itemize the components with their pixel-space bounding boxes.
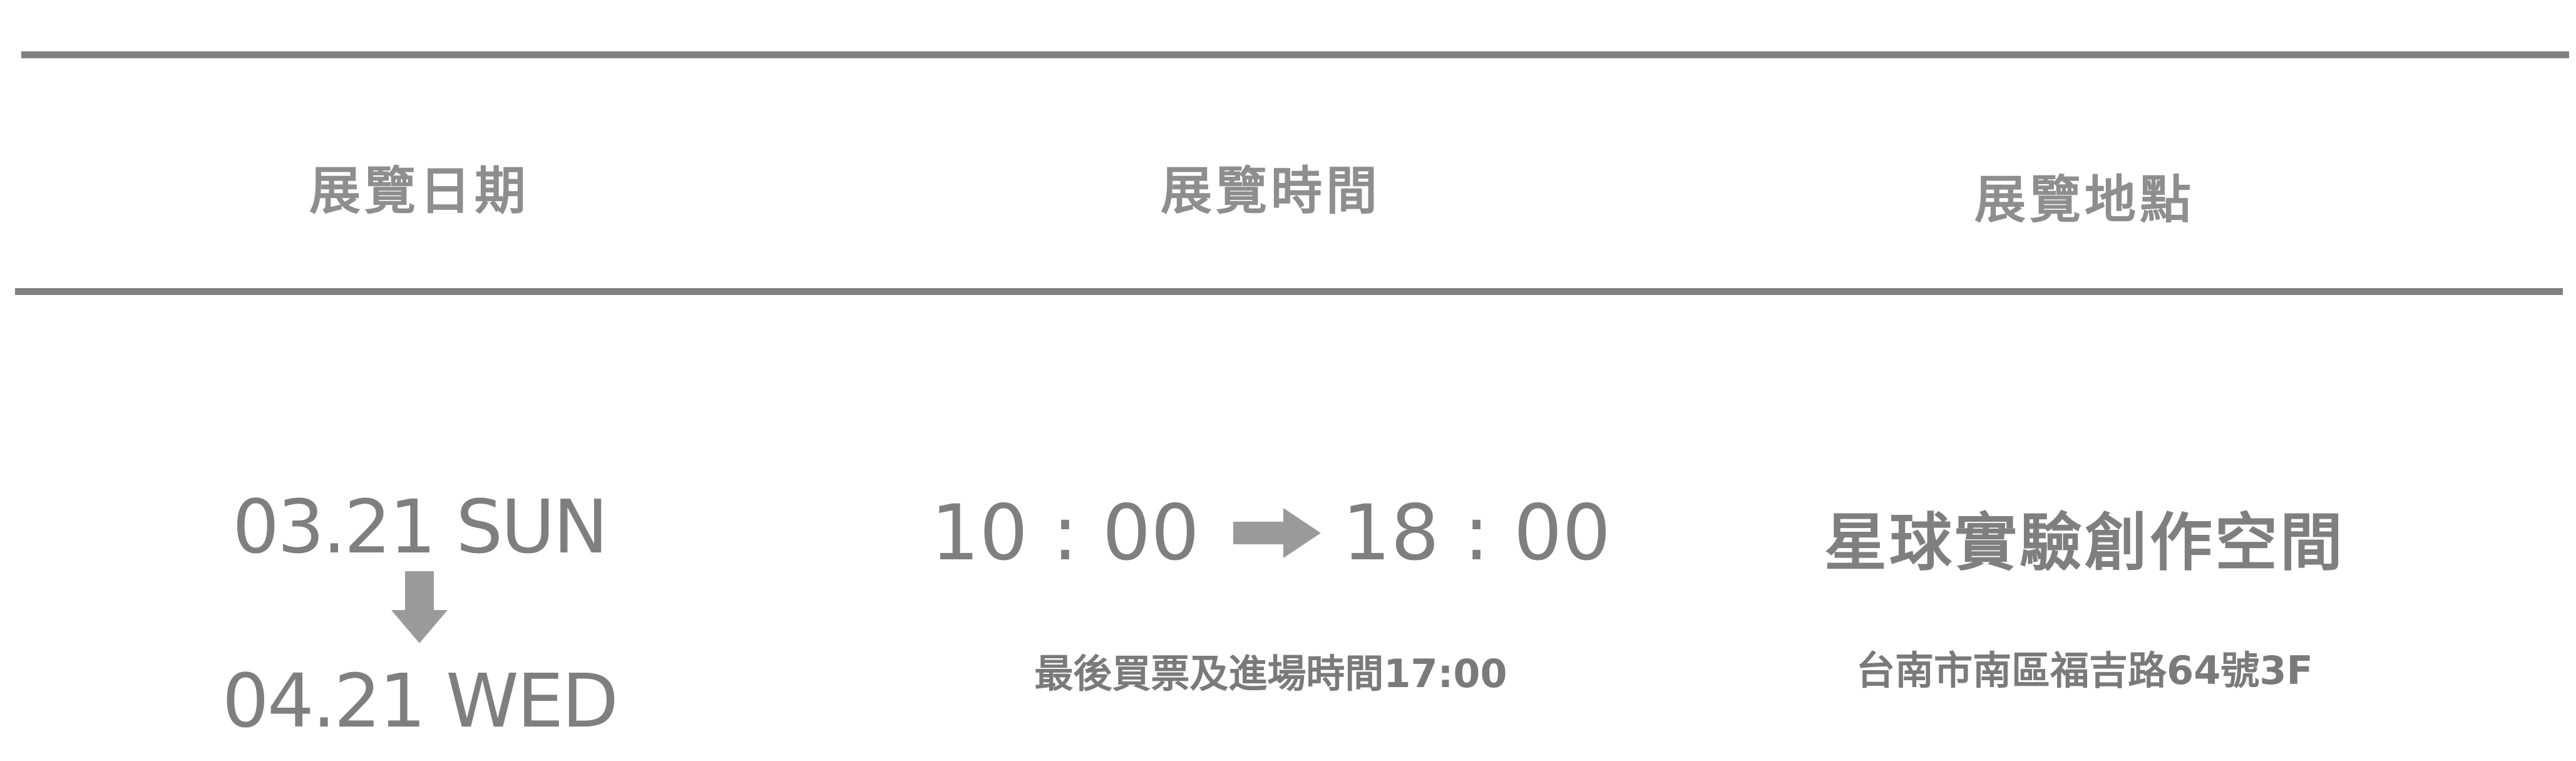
opening-hours: 10 : 00 18 : 00 [931, 489, 1611, 577]
date-column: 展覽日期 03.21 SUN 04.21 WED [106, 0, 732, 761]
date-heading: 展覽日期 [309, 162, 530, 221]
venue-address: 台南市南區福吉路64號3F [1856, 648, 2313, 693]
venue-name: 星球實驗創作空間 [1824, 506, 2345, 579]
place-heading: 展覽地點 [1974, 170, 2195, 230]
right-arrow-icon [1233, 508, 1321, 558]
open-time: 10 : 00 [930, 489, 1199, 577]
time-column: 展覽時間 10 : 00 18 : 00 最後買票及進場時間17:00 [931, 0, 1611, 761]
start-date: 03.21 SUN [232, 484, 608, 570]
end-date: 04.21 WED [222, 658, 618, 744]
place-column: 展覽地點 星球實驗創作空間 台南市南區福吉路64號3F [1772, 0, 2398, 761]
last-entry-note: 最後買票及進場時間17:00 [1034, 651, 1507, 696]
close-time: 18 : 00 [1342, 489, 1611, 577]
time-heading: 展覽時間 [1160, 162, 1381, 221]
down-arrow-icon [391, 571, 448, 643]
